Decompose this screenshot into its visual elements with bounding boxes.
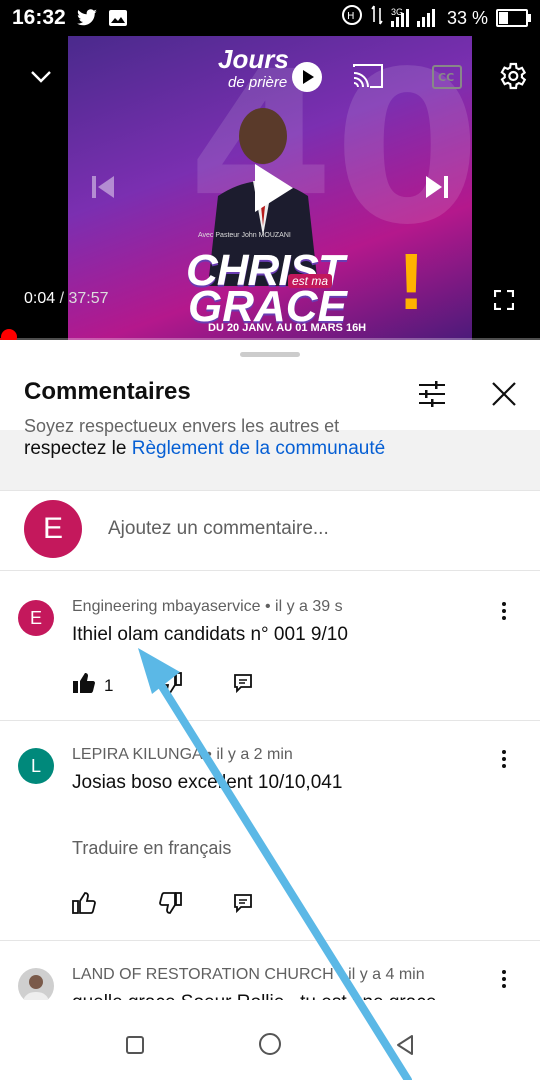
guideline-text: respectez le Règlement de la communauté [24, 438, 385, 460]
twitter-icon [76, 9, 98, 27]
comment-age: • il y a 2 min [201, 746, 293, 763]
svg-text:CC: CC [438, 71, 454, 84]
divider [0, 720, 540, 721]
reply-button[interactable] [232, 672, 254, 699]
reply-comment-icon [232, 892, 254, 919]
playback-time: 0:04 / 37:57 [24, 290, 109, 308]
user-avatar: E [24, 500, 82, 558]
battery-percent: 33 % [446, 7, 488, 28]
thumbs-down-icon [158, 892, 182, 919]
guideline-prefix: respectez le [24, 438, 132, 459]
dislike-button[interactable] [158, 672, 182, 699]
translate-link[interactable]: Traduire en français [72, 838, 231, 859]
scrubber-handle[interactable] [1, 329, 18, 340]
settings-gear-icon[interactable] [494, 58, 530, 94]
back-triangle-icon[interactable] [390, 1030, 420, 1060]
comment-meta: Engineering mbayaservice • il y a 39 s [72, 598, 343, 616]
thumb-exclaim: ! [398, 237, 425, 326]
cast-icon[interactable] [350, 60, 386, 92]
divider [0, 570, 540, 571]
filter-sliders-icon[interactable] [414, 376, 450, 412]
reply-button[interactable] [232, 892, 254, 919]
thumb-author: Avec Pasteur John MOUZANI [198, 232, 291, 239]
system-nav-bar [0, 1000, 540, 1080]
comment-author[interactable]: Engineering mbayaservice [72, 598, 261, 615]
data-saver-icon: H [341, 4, 363, 32]
community-guidelines-banner: Soyez respectueux envers les autres et r… [0, 416, 540, 490]
commenter-avatar[interactable]: L [18, 748, 54, 784]
next-icon[interactable] [420, 170, 454, 204]
fullscreen-icon[interactable] [490, 286, 518, 314]
sheet-title: Commentaires [24, 378, 191, 405]
more-options-icon[interactable] [494, 964, 514, 994]
guidelines-link[interactable]: Règlement de la communauté [132, 438, 385, 459]
battery-icon [496, 9, 531, 27]
comment-meta: LAND OF RESTORATION CHURCH • il y a 4 mi… [72, 966, 425, 984]
like-button[interactable]: 1 [72, 672, 113, 699]
comments-sheet: Commentaires Soyez respectueux envers le… [0, 340, 540, 1000]
comment-text: Josias boso excellent 10/10,041 [72, 772, 343, 793]
like-count: 1 [104, 675, 114, 695]
close-icon[interactable] [486, 376, 522, 412]
more-options-icon[interactable] [494, 744, 514, 774]
comment-age: • il y a 39 s [260, 598, 343, 615]
thumbs-up-icon [72, 892, 96, 919]
svg-text:H: H [347, 11, 355, 22]
signal-icon [416, 9, 435, 27]
drag-handle[interactable] [240, 352, 300, 357]
autoplay-toggle-icon[interactable] [290, 60, 324, 94]
minimize-chevron-icon[interactable] [26, 62, 56, 92]
comment-author[interactable]: LAND OF RESTORATION CHURCH [72, 966, 334, 983]
commenter-avatar[interactable]: E [18, 600, 54, 636]
comment-age: • il y a 4 min [333, 966, 425, 983]
duration: / 37:57 [59, 290, 109, 307]
comment-meta: LEPIRA KILUNGA • il y a 2 min [72, 746, 293, 764]
comment-author[interactable]: LEPIRA KILUNGA [72, 746, 202, 763]
reply-comment-icon [232, 672, 254, 699]
thumbs-up-filled-icon [72, 672, 96, 699]
add-comment-input[interactable]: Ajoutez un commentaire... [108, 518, 329, 540]
current-time: 0:04 [24, 290, 56, 307]
gallery-icon [108, 9, 128, 27]
like-button[interactable] [72, 892, 96, 919]
recents-square-icon[interactable] [120, 1030, 150, 1060]
guideline-clipped-line: Soyez respectueux envers les autres et [24, 416, 340, 436]
commenter-avatar-photo[interactable] [18, 968, 54, 1000]
network-type: 3G [390, 7, 403, 17]
previous-icon[interactable] [86, 170, 120, 204]
dislike-button[interactable] [158, 892, 182, 919]
comment-text: Ithiel olam candidats n° 001 9/10 [72, 624, 348, 645]
thumbs-down-icon [158, 672, 182, 699]
comment-text: quelle grace Soeur Rollie , tu est une g… [72, 992, 436, 1000]
divider [0, 940, 540, 941]
thumb-jours: Jours [218, 44, 289, 74]
more-options-icon[interactable] [494, 596, 514, 626]
status-bar: 16:32 H 3G 33 % [0, 0, 540, 36]
thumb-dates: DU 20 JANV. AU 01 MARS 16H [208, 322, 367, 334]
divider [0, 490, 540, 491]
data-transfer-icon [371, 4, 383, 32]
signal-3g-icon: 3G [390, 7, 409, 27]
status-time: 16:32 [12, 6, 66, 29]
home-circle-icon[interactable] [254, 1028, 286, 1060]
video-player[interactable]: 40 Jours de prière Avec Pasteur John MOU… [0, 36, 540, 340]
status-right: H 3G 33 % [341, 0, 531, 36]
play-icon[interactable] [245, 160, 301, 216]
captions-icon[interactable]: CC [430, 62, 464, 92]
